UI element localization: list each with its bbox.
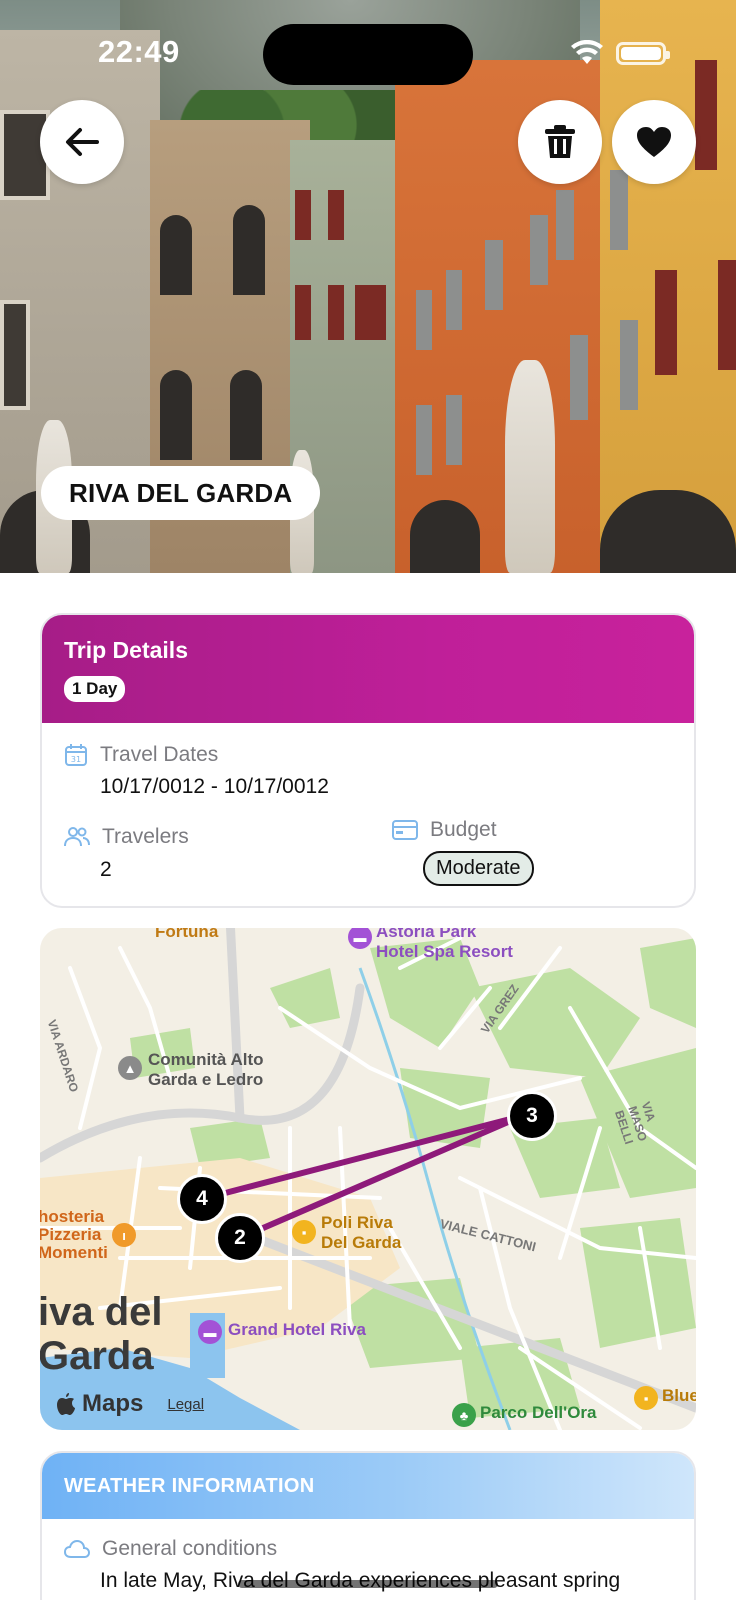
weather-header: WEATHER INFORMATION xyxy=(42,1453,694,1519)
conditions-label-row: General conditions xyxy=(64,1537,277,1561)
dynamic-island xyxy=(263,24,473,85)
trip-details-card: Trip Details 1 Day 31 Travel Dates 10/17… xyxy=(40,613,696,908)
travelers-value: 2 xyxy=(100,858,112,881)
delete-trip-button[interactable] xyxy=(518,100,602,184)
trip-details-header: Trip Details 1 Day xyxy=(42,615,694,723)
map-label-comunita[interactable]: Comunità Alto Garda e Ledro xyxy=(148,1050,264,1090)
park-icon: ♣ xyxy=(452,1403,476,1427)
travelers-label: Travelers xyxy=(102,825,189,848)
wifi-icon xyxy=(571,40,603,64)
travelers-label-row: Travelers xyxy=(64,825,189,849)
maps-attribution: Maps Legal xyxy=(56,1390,204,1418)
poli-line-1: Poli Riva xyxy=(321,1213,393,1232)
budget-label: Budget xyxy=(430,818,497,841)
trip-details-title: Trip Details xyxy=(64,637,188,663)
city-label-line-2: Garda xyxy=(40,1334,154,1378)
poli-line-2: Del Garda xyxy=(321,1233,402,1252)
city-label-line-1: iva del xyxy=(40,1290,163,1334)
trash-icon xyxy=(545,125,575,158)
conditions-label: General conditions xyxy=(102,1537,278,1560)
home-indicator[interactable] xyxy=(238,1580,498,1588)
trip-map[interactable]: Fortuna ▬ Astoria Park Hotel Spa Resort … xyxy=(40,928,696,1430)
weather-card: WEATHER INFORMATION General conditions I… xyxy=(40,1451,696,1600)
map-label-fortuna: Fortuna xyxy=(155,928,219,941)
comunita-line-1: Comunità Alto xyxy=(148,1050,264,1069)
osteria-line-1: hosteria xyxy=(40,1207,105,1226)
maps-brand: Maps xyxy=(82,1390,144,1417)
astoria-line-1: Astoria Park xyxy=(376,928,477,941)
apple-logo-icon xyxy=(57,1393,75,1415)
shopping-cart-icon: ▪ xyxy=(292,1220,316,1244)
back-button[interactable] xyxy=(40,100,124,184)
map-label-parco[interactable]: Parco Dell'Ora xyxy=(480,1403,597,1423)
legal-link[interactable]: Legal xyxy=(167,1396,204,1413)
city-name-pill: RIVA DEL GARDA xyxy=(41,466,321,520)
map-label-osteria[interactable]: hosteria Pizzeria Momenti xyxy=(40,1208,108,1262)
svg-text:31: 31 xyxy=(71,755,81,764)
map-city-label: iva del Garda xyxy=(40,1290,163,1378)
battery-icon xyxy=(616,42,670,65)
hotel-icon: ▬ xyxy=(198,1320,222,1344)
people-icon xyxy=(64,827,90,847)
budget-badge: Moderate xyxy=(423,851,534,886)
osteria-line-3: Momenti xyxy=(40,1243,108,1262)
map-label-blue[interactable]: Blue xyxy=(662,1386,696,1406)
comunita-line-2: Garda e Ledro xyxy=(148,1070,264,1089)
astoria-line-2: Hotel Spa Resort xyxy=(376,942,513,961)
calendar-icon: 31 xyxy=(65,744,87,766)
arrow-left-icon xyxy=(66,128,99,156)
osteria-line-2: Pizzeria xyxy=(40,1225,102,1244)
status-time: 22:49 xyxy=(98,34,180,69)
map-label-astoria[interactable]: Astoria Park Hotel Spa Resort xyxy=(376,928,513,962)
favorite-button[interactable] xyxy=(612,100,696,184)
budget-label-row: Budget xyxy=(392,818,497,842)
route-marker-2[interactable]: 2 xyxy=(215,1213,265,1263)
travel-dates-label: Travel Dates xyxy=(100,743,219,766)
route-marker-4[interactable]: 4 xyxy=(177,1174,227,1224)
map-label-poli[interactable]: Poli Riva Del Garda xyxy=(321,1213,401,1253)
travel-dates-label-row: 31 Travel Dates xyxy=(64,743,218,767)
map-label-grand-hotel[interactable]: Grand Hotel Riva xyxy=(228,1320,366,1340)
restaurant-icon: ı xyxy=(112,1223,136,1247)
landmark-icon: ▲ xyxy=(118,1056,142,1080)
route-marker-3[interactable]: 3 xyxy=(507,1091,557,1141)
shop-icon: ▪ xyxy=(634,1386,658,1410)
heart-icon xyxy=(637,127,671,157)
cloud-icon xyxy=(64,1539,90,1558)
travel-dates-value: 10/17/0012 - 10/17/0012 xyxy=(100,775,329,798)
credit-card-icon xyxy=(392,820,418,840)
duration-badge: 1 Day xyxy=(64,676,126,702)
